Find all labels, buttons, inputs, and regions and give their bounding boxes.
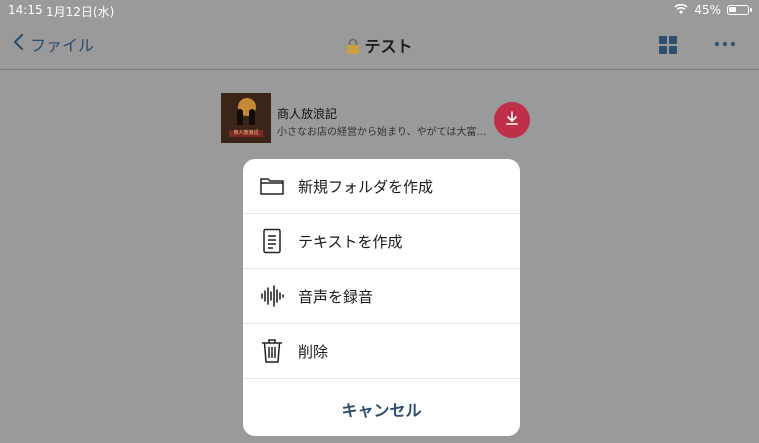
- battery-percent: 45%: [694, 3, 721, 17]
- waveform-icon: [258, 282, 286, 310]
- file-list-item[interactable]: 商人放浪記 商人放浪記 小さなお店の経営から始まり、やがては大富...: [221, 93, 541, 145]
- title-text: テスト: [364, 37, 413, 56]
- delete-label: 削除: [298, 342, 329, 361]
- trash-icon: [258, 337, 286, 365]
- cancel-button[interactable]: キャンセル: [243, 381, 520, 436]
- document-icon: [258, 227, 286, 255]
- status-right: 45%: [674, 3, 752, 17]
- action-sheet: 新規フォルダを作成 テキストを作成 音声を録音 削除 キャンセル: [243, 159, 520, 436]
- grid-view-icon[interactable]: [658, 35, 678, 59]
- wifi-icon: [674, 3, 688, 17]
- create-text-action[interactable]: テキストを作成: [243, 214, 520, 269]
- thumbnail-caption: 商人放浪記: [229, 130, 263, 137]
- page-title: テスト: [0, 33, 759, 58]
- status-date: 1月12日(水): [46, 5, 115, 19]
- navigation-bar: ファイル テスト: [0, 22, 759, 70]
- delete-action[interactable]: 削除: [243, 324, 520, 379]
- record-audio-action[interactable]: 音声を録音: [243, 269, 520, 324]
- battery-icon: [727, 5, 752, 15]
- create-text-label: テキストを作成: [298, 232, 403, 251]
- file-thumbnail: 商人放浪記: [221, 93, 271, 143]
- create-folder-label: 新規フォルダを作成: [298, 177, 434, 196]
- status-bar: 14:15 1月12日(水) 45%: [0, 0, 759, 22]
- download-icon: [504, 110, 520, 130]
- folder-icon: [258, 172, 286, 200]
- lock-icon: [346, 38, 360, 58]
- file-title: 商人放浪記: [277, 107, 338, 121]
- record-audio-label: 音声を録音: [298, 287, 374, 306]
- status-time: 14:15: [8, 3, 43, 17]
- create-folder-action[interactable]: 新規フォルダを作成: [243, 159, 520, 214]
- download-button[interactable]: [494, 102, 530, 138]
- more-icon[interactable]: [715, 42, 735, 46]
- file-subtitle: 小さなお店の経営から始まり、やがては大富...: [277, 127, 486, 138]
